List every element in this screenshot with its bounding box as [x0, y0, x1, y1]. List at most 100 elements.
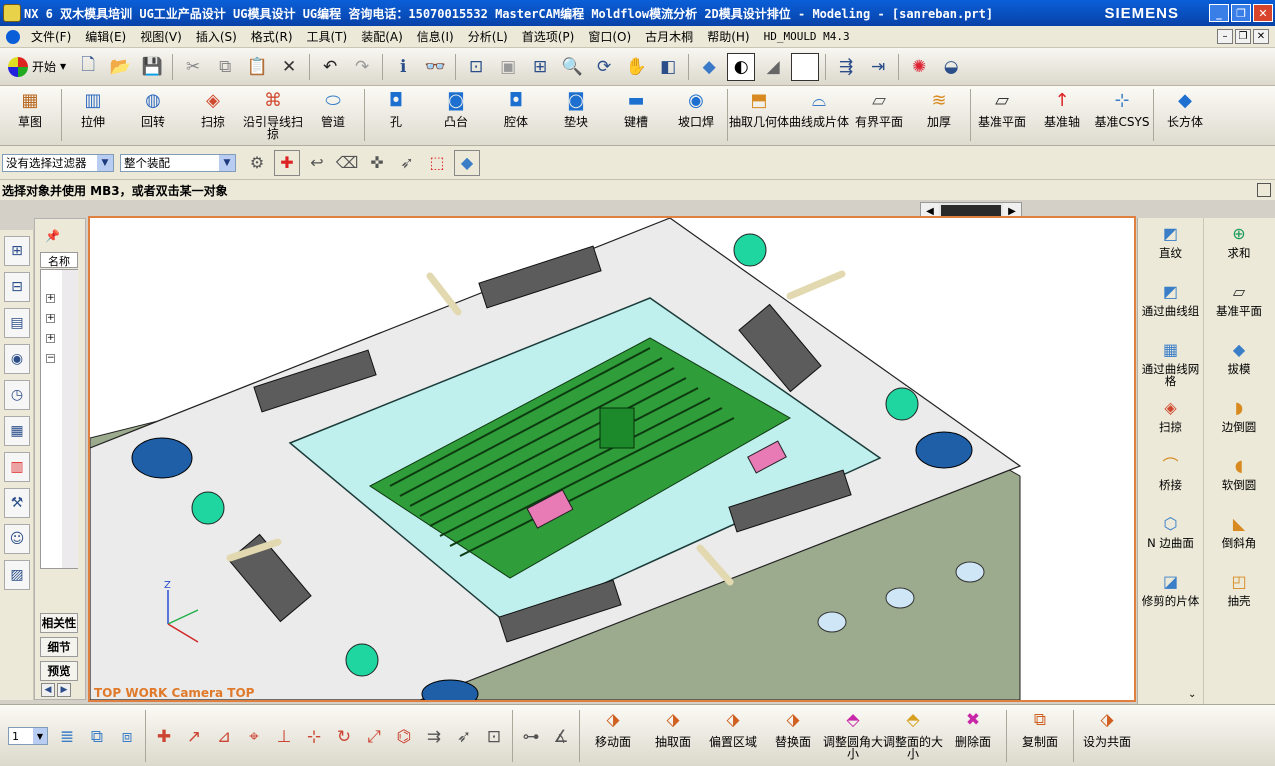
new-file-icon[interactable]: 🗋 — [74, 53, 102, 81]
shaded-icon[interactable]: ◐ — [727, 52, 756, 81]
general-selection-icon[interactable]: ⚙ — [244, 150, 270, 176]
ruled-button[interactable]: ◩ 直纹 — [1138, 218, 1203, 276]
navigator-scrollbar[interactable] — [62, 270, 78, 568]
assembly-navigator-icon[interactable]: ⊞ — [4, 236, 30, 266]
block-button[interactable]: ◆ 长方体 — [1155, 86, 1215, 129]
navigator-tree[interactable]: + + + − — [40, 269, 78, 569]
extract-button[interactable]: ⬒ 抽取几何体 — [729, 86, 789, 129]
redo-icon[interactable]: ↷ — [348, 53, 376, 81]
fit-view-icon[interactable]: ⊡ — [462, 53, 490, 81]
tab-details[interactable]: 细节 — [40, 637, 78, 657]
previous-icon[interactable]: ◀ — [41, 683, 55, 697]
curve-mesh-button[interactable]: ▦ 通过曲线网格 — [1138, 334, 1203, 392]
bounded-plane-button[interactable]: ▱ 有界平面 — [849, 86, 909, 129]
copy-layer-icon[interactable]: ⧈ — [113, 722, 141, 752]
surface-sweep-button[interactable]: ◈ 扫掠 — [1138, 392, 1203, 450]
resize-blend-button[interactable]: ⬘ 调整圆角大小 — [823, 705, 883, 761]
edge-display-icon[interactable]: ◒ — [937, 53, 965, 81]
copy-face-button[interactable]: ⧉ 复制面 — [1010, 705, 1070, 749]
chamfer-button[interactable]: ◣ 倒斜角 — [1206, 508, 1272, 566]
wcs-icon[interactable]: ⇶ — [832, 53, 860, 81]
selection-intent-icon[interactable]: ⇉ — [420, 722, 448, 752]
expand-icon[interactable]: + — [46, 314, 55, 323]
menu-hd-mould[interactable]: HD_MOULD M4.3 — [757, 30, 857, 43]
menu-file[interactable]: 文件(F) — [24, 28, 78, 45]
datum-plane-button-2[interactable]: ▱ 基准平面 — [1206, 276, 1272, 334]
boss-button[interactable]: ◙ 凸台 — [426, 86, 486, 129]
pull-face-button[interactable]: ⬗ 抽取面 — [643, 705, 703, 749]
minimize-button[interactable]: _ — [1209, 4, 1229, 22]
menu-window[interactable]: 窗口(O) — [581, 28, 638, 45]
resize-face-button[interactable]: ⬘ 调整面的大小 — [883, 705, 943, 761]
tab-dependencies[interactable]: 相关性 — [40, 613, 78, 633]
sweep-guide-button[interactable]: ⌘ 沿引导线扫掠 — [243, 86, 303, 141]
reuse-library-icon[interactable]: ◉ — [4, 344, 30, 374]
datum-axis-button[interactable]: ↑ 基准轴 — [1032, 86, 1092, 129]
rotate-icon[interactable]: ⟳ — [590, 53, 618, 81]
menu-insert[interactable]: 插入(S) — [189, 28, 244, 45]
type-filter-select[interactable]: 没有选择过滤器 ▼ — [2, 153, 114, 172]
slot-button[interactable]: ▬ 键槽 — [606, 86, 666, 129]
roles-icon[interactable]: ☺ — [4, 524, 30, 554]
tab-preview[interactable]: 预览 — [40, 661, 78, 681]
offset-region-button[interactable]: ⬗ 偏置区域 — [703, 705, 763, 749]
view-cube-icon[interactable]: ◆ — [454, 149, 480, 176]
extrude-button[interactable]: ▥ 拉伸 — [63, 86, 123, 129]
delete-face-button[interactable]: ✖ 删除面 — [943, 705, 1003, 749]
save-icon[interactable]: 💾 — [138, 53, 166, 81]
menu-assemblies[interactable]: 装配(A) — [354, 28, 410, 45]
paste-icon[interactable]: 📋 — [243, 53, 271, 81]
snap-icon[interactable]: ⌬ — [390, 722, 418, 752]
eraser-icon[interactable]: ⌫ — [334, 150, 360, 176]
background-icon[interactable] — [791, 52, 820, 81]
measure-distance-icon[interactable]: ⊶ — [517, 722, 545, 752]
constraint-navigator-icon[interactable]: ⊟ — [4, 272, 30, 302]
csys-icon[interactable]: ⇥ — [864, 53, 892, 81]
replace-face-button[interactable]: ⬗ 替换面 — [763, 705, 823, 749]
palette-icon[interactable]: ▥ — [4, 452, 30, 482]
system-materials-icon[interactable]: ▦ — [4, 416, 30, 446]
menu-tools[interactable]: 工具(T) — [300, 28, 355, 45]
unite-button[interactable]: ⊕ 求和 — [1206, 218, 1272, 276]
expand-icon[interactable]: + — [46, 334, 55, 343]
pan-icon[interactable]: ✋ — [622, 53, 650, 81]
name-column-header[interactable]: 名称 — [40, 252, 78, 268]
revolve-button[interactable]: ◍ 回转 — [123, 86, 183, 129]
doc-minimize-button[interactable]: – — [1217, 29, 1233, 44]
draft-button[interactable]: ◆ 拔模 — [1206, 334, 1272, 392]
bridge-button[interactable]: ⌒ 桥接 — [1138, 450, 1203, 508]
open-folder-icon[interactable]: 📂 — [106, 53, 134, 81]
status-icon[interactable] — [1257, 183, 1271, 197]
menu-help[interactable]: 帮助(H) — [700, 28, 756, 45]
cursor-select-icon[interactable]: ➶ — [450, 722, 478, 752]
layer-settings-icon[interactable]: ≣ — [53, 722, 81, 752]
move-face-button[interactable]: ⬗ 移动面 — [583, 705, 643, 749]
undo-icon[interactable]: ↶ — [316, 53, 344, 81]
view-orient-icon[interactable]: ◆ — [695, 53, 723, 81]
groove-button[interactable]: ◉ 坡口焊 — [666, 86, 726, 129]
expand-icon[interactable]: − — [46, 354, 55, 363]
select-all-icon[interactable]: ⊡ — [480, 722, 508, 752]
rotate-wcs-icon[interactable]: ↻ — [330, 722, 358, 752]
plane-icon[interactable]: ⊿ — [210, 722, 238, 752]
mold-model-view[interactable]: Z — [90, 218, 1134, 700]
curve-to-sheet-button[interactable]: ⌓ 曲线成片体 — [789, 86, 849, 129]
start-button[interactable]: 开始 ▼ — [2, 52, 72, 82]
menu-format[interactable]: 格式(R) — [244, 28, 300, 45]
pocket-button[interactable]: ◘ 腔体 — [486, 86, 546, 129]
part-navigator-icon[interactable]: ▤ — [4, 308, 30, 338]
edge-blend-button[interactable]: ◗ 边倒圆 — [1206, 392, 1272, 450]
hole-button[interactable]: ◘ 孔 — [366, 86, 426, 129]
zoom-area-icon[interactable]: ▣ — [494, 53, 522, 81]
trimmed-sheet-button[interactable]: ◪ 修剪的片体 — [1138, 566, 1203, 624]
menu-guyue[interactable]: 古月木桐 — [638, 28, 700, 45]
zoom-icon[interactable]: 🔍 — [558, 53, 586, 81]
selection-scope-select[interactable]: 整个装配 ▼ — [120, 153, 236, 172]
tube-button[interactable]: ⬭ 管道 — [303, 86, 363, 129]
point-constructor-icon[interactable]: ✚ — [150, 722, 178, 752]
csys-dynamic-icon[interactable]: ⌖ — [240, 722, 268, 752]
cut-icon[interactable]: ✂ — [179, 53, 207, 81]
close-button[interactable]: ✕ — [1253, 4, 1273, 22]
pad-button[interactable]: ◙ 垫块 — [546, 86, 606, 129]
pin-icon[interactable]: 📌 — [45, 229, 60, 243]
